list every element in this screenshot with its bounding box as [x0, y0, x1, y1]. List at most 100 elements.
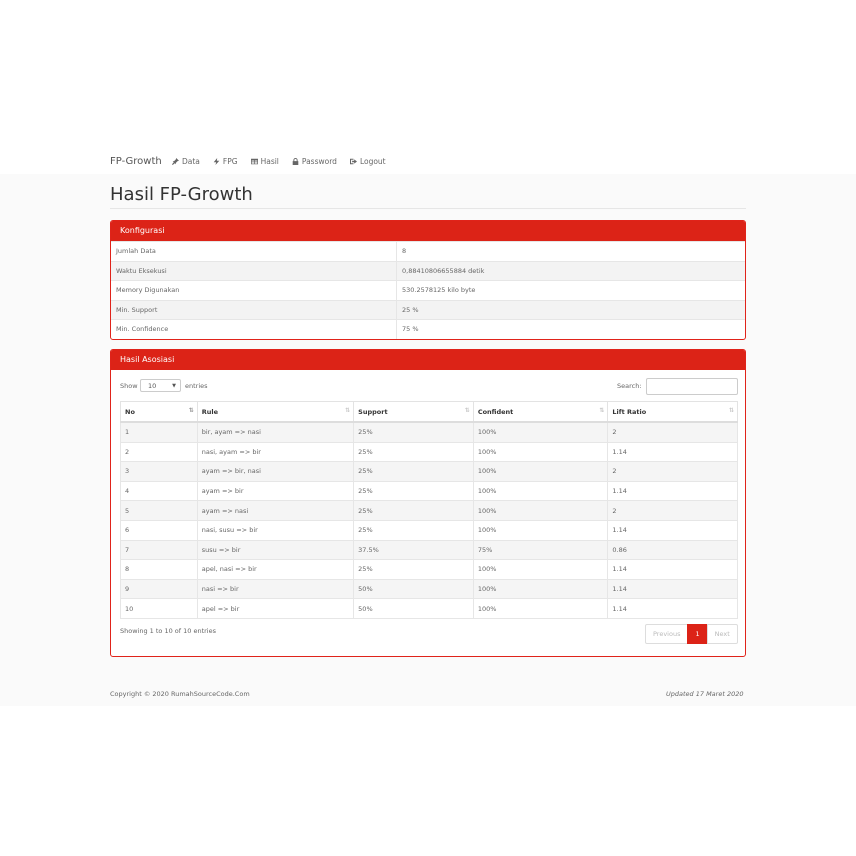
- logout-icon: [349, 158, 357, 165]
- cell-rule: susu => bir: [196, 539, 355, 561]
- cell-lift-ratio: 1.14: [607, 519, 738, 541]
- cell-no: 8: [120, 559, 198, 580]
- column-label: No: [125, 407, 135, 416]
- cell-support: 50%: [353, 578, 474, 600]
- cell-lift-ratio: 2: [607, 500, 738, 521]
- cell-no: 4: [120, 480, 198, 502]
- config-row: Min. Support 25 %: [111, 299, 745, 320]
- cell-no: 2: [120, 441, 198, 463]
- cell-lift-ratio: 0.86: [607, 539, 738, 561]
- config-row: Jumlah Data 8: [111, 241, 745, 261]
- config-row: Memory Digunakan 530.2578125 kilo byte: [111, 280, 745, 300]
- hasil-heading: Hasil Asosiasi: [111, 350, 745, 370]
- title-divider: [110, 208, 746, 209]
- cell-support: 25%: [353, 559, 474, 580]
- config-value: 25 %: [396, 299, 745, 320]
- cell-confident: 100%: [472, 500, 609, 521]
- brand-link[interactable]: FP-Growth: [110, 156, 162, 167]
- sort-icon: ⇅: [599, 407, 604, 414]
- column-label: Confident: [477, 407, 514, 416]
- cell-lift-ratio: 1.14: [607, 578, 738, 600]
- nav-item-label: Hasil: [260, 157, 279, 166]
- cell-rule: nasi => bir: [196, 578, 355, 600]
- table-row: 5 ayam => nasi 25% 100% 2: [120, 500, 738, 521]
- column-header-no[interactable]: No ⇅: [120, 401, 198, 423]
- search-input[interactable]: [646, 378, 738, 395]
- cell-support: 37.5%: [353, 539, 474, 561]
- cell-rule: apel => bir: [196, 598, 355, 619]
- cell-no: 5: [120, 500, 198, 521]
- cell-rule: bir, ayam => nasi: [196, 421, 355, 443]
- table-row: 4 ayam => bir 25% 100% 1.14: [120, 480, 738, 502]
- column-label: Support: [358, 407, 388, 416]
- nav-item-label: FPG: [222, 157, 238, 166]
- sort-icon: ⇅: [728, 407, 734, 414]
- cell-confident: 100%: [472, 421, 609, 443]
- column-header-rule[interactable]: Rule ⇅: [196, 401, 355, 423]
- table-row: 1 bir, ayam => nasi 25% 100% 2: [120, 421, 738, 443]
- page-button-1[interactable]: 1: [687, 624, 708, 644]
- nav-item-password[interactable]: Password: [292, 157, 337, 166]
- navbar: FP-Growth Data FPG Hasil Password Logout: [0, 150, 856, 174]
- cell-lift-ratio: 1.14: [607, 559, 738, 580]
- nav-item-data[interactable]: Data: [172, 157, 200, 166]
- next-button[interactable]: Next: [706, 624, 738, 644]
- entries-label: entries: [185, 382, 208, 390]
- config-key: Min. Support: [111, 299, 397, 320]
- pagination: Previous 1 Next: [645, 624, 738, 644]
- app-body: FP-Growth Data FPG Hasil Password Logout: [0, 150, 856, 706]
- table-header-row: No ⇅ Rule ⇅ Support ⇅ Confident ⇅ Lift Ratio…: [120, 401, 738, 423]
- pin-icon: [172, 158, 179, 165]
- cell-rule: apel, nasi => bir: [196, 559, 355, 580]
- config-key: Min. Confidence: [111, 319, 397, 339]
- cell-rule: ayam => bir, nasi: [196, 461, 355, 482]
- cell-no: 7: [120, 539, 198, 561]
- nav-item-label: Password: [301, 157, 337, 166]
- cell-support: 25%: [353, 461, 474, 482]
- column-label: Rule: [201, 407, 219, 416]
- previous-button[interactable]: Previous: [645, 624, 689, 644]
- page-size-select[interactable]: 10 ▼: [140, 379, 181, 392]
- column-header-confident[interactable]: Confident ⇅: [472, 401, 609, 423]
- search-label: Search:: [617, 382, 642, 390]
- hasil-asosiasi-panel: Hasil Asosiasi Show 10 ▼ entries Search:…: [110, 349, 746, 657]
- cell-confident: 75%: [472, 539, 609, 561]
- table-row: 9 nasi => bir 50% 100% 1.14: [120, 578, 738, 600]
- show-label: Show: [120, 382, 138, 390]
- nav-item-label: Logout: [359, 157, 386, 166]
- cell-support: 25%: [353, 421, 474, 443]
- table-row: 8 apel, nasi => bir 25% 100% 1.14: [120, 559, 738, 580]
- config-value: 8: [396, 241, 745, 261]
- table-icon: [250, 158, 258, 165]
- rules-table: No ⇅ Rule ⇅ Support ⇅ Confident ⇅ Lift Ratio…: [120, 401, 738, 619]
- config-row: Waktu Eksekusi 0,88410806655884 detik: [111, 260, 745, 281]
- nav-item-fpg[interactable]: FPG: [213, 157, 238, 166]
- cell-support: 25%: [353, 500, 474, 521]
- nav-menu: Data FPG Hasil Password Logout: [172, 157, 386, 166]
- config-key: Jumlah Data: [111, 241, 397, 261]
- column-label: Lift Ratio: [612, 407, 647, 416]
- cell-rule: ayam => nasi: [196, 500, 355, 521]
- nav-item-hasil[interactable]: Hasil: [250, 157, 279, 166]
- nav-item-label: Data: [182, 157, 200, 166]
- page-title: Hasil FP-Growth: [110, 184, 253, 205]
- column-header-lift-ratio[interactable]: Lift Ratio ⇅: [607, 401, 738, 423]
- sort-icon: ⇅: [464, 407, 470, 414]
- cell-support: 50%: [353, 598, 474, 619]
- nav-item-logout[interactable]: Logout: [349, 157, 386, 166]
- config-value: 75 %: [396, 319, 745, 339]
- column-header-support[interactable]: Support ⇅: [353, 401, 474, 423]
- cell-support: 25%: [353, 480, 474, 502]
- sort-icon: ⇅: [345, 407, 350, 414]
- table-row: 2 nasi, ayam => bir 25% 100% 1.14: [120, 441, 738, 463]
- table-info: Showing 1 to 10 of 10 entries: [120, 627, 216, 635]
- konfigurasi-panel: Konfigurasi Jumlah Data 8 Waktu Eksekusi…: [110, 220, 746, 340]
- cell-rule: ayam => bir: [196, 480, 355, 502]
- config-value: 0,88410806655884 detik: [396, 260, 745, 281]
- cell-no: 10: [120, 598, 198, 619]
- cell-rule: nasi, ayam => bir: [196, 441, 355, 463]
- config-key: Waktu Eksekusi: [111, 260, 397, 281]
- cell-lift-ratio: 2: [607, 461, 738, 482]
- config-key: Memory Digunakan: [111, 280, 397, 300]
- caret-down-icon: ▼: [172, 383, 176, 389]
